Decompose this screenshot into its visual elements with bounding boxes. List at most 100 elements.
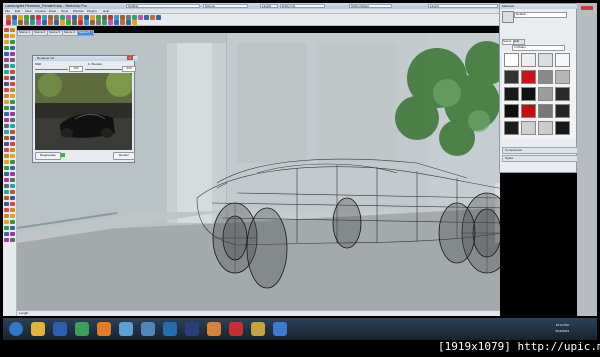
tool-palette-icon[interactable] (10, 232, 15, 236)
tool-palette-icon[interactable] (10, 76, 15, 80)
tool-palette-icon[interactable] (4, 208, 9, 212)
tool-palette-icon[interactable] (4, 76, 9, 80)
spp-slider[interactable] (35, 69, 68, 70)
tool-palette-icon[interactable] (4, 154, 9, 158)
sketchup-icon[interactable] (229, 322, 243, 336)
tool-palette-icon[interactable] (4, 58, 9, 62)
tool-palette-icon[interactable] (4, 46, 9, 50)
tool-palette-icon[interactable] (4, 190, 9, 194)
tool-palette-icon[interactable] (4, 88, 9, 92)
toolbar-tool-icon[interactable] (36, 20, 41, 25)
render-button[interactable]: Render (113, 152, 135, 160)
tool-palette-icon[interactable] (10, 214, 15, 218)
tool-palette-icon[interactable] (10, 64, 15, 68)
tool-palette-icon[interactable] (10, 226, 15, 230)
styles-section[interactable]: Styles (502, 155, 578, 162)
tool-palette-icon[interactable] (10, 100, 15, 104)
renderer-window[interactable]: Renderer V2 ✕ SSD 1 / Render 100 220 Reg… (32, 55, 138, 163)
tool-palette-icon[interactable] (4, 94, 9, 98)
tool-palette-icon[interactable] (4, 196, 9, 200)
media-player-icon[interactable] (53, 322, 67, 336)
tool-palette-icon[interactable] (4, 226, 9, 230)
tool-palette-icon[interactable] (10, 52, 15, 56)
tool-palette-icon[interactable] (4, 166, 9, 170)
lightroom-icon[interactable] (185, 322, 199, 336)
toolbar-tool-icon[interactable] (108, 20, 113, 25)
material-swatch[interactable] (521, 104, 536, 118)
tool-palette-icon[interactable] (4, 214, 9, 218)
tool-palette-icon[interactable] (4, 64, 9, 68)
tool-palette-icon[interactable] (10, 238, 15, 242)
tool-palette-icon[interactable] (10, 34, 15, 38)
soften-edges-field[interactable]: Soften Edges (349, 4, 392, 8)
layers-field[interactable]: Layers (428, 4, 498, 8)
tool-palette-icon[interactable] (10, 196, 15, 200)
tool-palette-icon[interactable] (10, 46, 15, 50)
start-orb-icon[interactable] (9, 322, 23, 336)
tool-palette-icon[interactable] (4, 178, 9, 182)
tool-palette-icon[interactable] (10, 148, 15, 152)
clock[interactable]: 10:10 PM 5/13/2013 (556, 322, 569, 334)
toolbar-tool-icon[interactable] (102, 20, 107, 25)
tool-palette-icon[interactable] (4, 136, 9, 140)
tool-palette-icon[interactable] (10, 94, 15, 98)
material-swatch[interactable] (538, 104, 553, 118)
tool-palette-icon[interactable] (10, 202, 15, 206)
material-swatch[interactable] (555, 70, 570, 84)
tool-palette-icon[interactable] (4, 124, 9, 128)
tool-palette-icon[interactable] (4, 40, 9, 44)
tool-palette-icon[interactable] (4, 172, 9, 176)
entity-info-field[interactable]: Entity Info (280, 4, 325, 8)
tool-palette-icon[interactable] (4, 82, 9, 86)
tool-palette-icon[interactable] (4, 112, 9, 116)
toolbar-tool-icon[interactable] (96, 20, 101, 25)
toolbar-tool-icon[interactable] (48, 20, 53, 25)
toolbar-tool-icon[interactable] (18, 20, 23, 25)
toolbar-tool-icon[interactable] (84, 20, 89, 25)
toolbar-tool-icon[interactable] (114, 20, 119, 25)
tool-palette-icon[interactable] (10, 172, 15, 176)
tool-palette-icon[interactable] (4, 106, 9, 110)
tool-palette-icon[interactable] (4, 70, 9, 74)
tool-palette-icon[interactable] (4, 130, 9, 134)
tool-palette-icon[interactable] (10, 178, 15, 182)
tool-palette-icon[interactable] (4, 118, 9, 122)
toolbar-tool-icon[interactable] (138, 15, 143, 20)
material-swatch[interactable] (538, 70, 553, 84)
toolbar-tool-icon[interactable] (144, 15, 149, 20)
toolbar-tool-icon[interactable] (30, 20, 35, 25)
tool-palette-icon[interactable] (4, 202, 9, 206)
regenerate-button[interactable]: Regenerate (35, 152, 61, 160)
material-swatch[interactable] (555, 53, 570, 67)
tool-palette-icon[interactable] (10, 112, 15, 116)
tool-palette-icon[interactable] (4, 238, 9, 242)
toolbar-tool-icon[interactable] (120, 20, 125, 25)
render-slider[interactable] (85, 69, 122, 70)
tool-palette-icon[interactable] (4, 100, 9, 104)
close-icon[interactable]: ✕ (127, 56, 133, 60)
tool-palette-icon[interactable] (10, 190, 15, 194)
tool-palette-icon[interactable] (10, 118, 15, 122)
components-section[interactable]: Components (502, 147, 578, 154)
tool-palette-icon[interactable] (4, 142, 9, 146)
folder-icon[interactable] (251, 322, 265, 336)
close-icon[interactable] (581, 6, 593, 10)
tool-palette-icon[interactable] (10, 136, 15, 140)
value-left-field[interactable]: 100 (69, 66, 83, 72)
material-swatch[interactable] (521, 53, 536, 67)
messenger-icon[interactable] (119, 322, 133, 336)
tool-palette-icon[interactable] (4, 160, 9, 164)
outliner-field[interactable]: Outliner (126, 4, 200, 8)
value-right-field[interactable]: 220 (122, 66, 136, 72)
toolbar-tool-icon[interactable] (6, 20, 11, 25)
material-swatch[interactable] (504, 70, 519, 84)
material-swatch[interactable] (538, 87, 553, 101)
tool-palette-icon[interactable] (10, 184, 15, 188)
material-swatch[interactable] (555, 104, 570, 118)
material-swatch[interactable] (504, 121, 519, 135)
toolbar-tool-icon[interactable] (12, 20, 17, 25)
material-swatch[interactable] (538, 121, 553, 135)
tool-palette-icon[interactable] (10, 208, 15, 212)
toolbar-tool-icon[interactable] (78, 20, 83, 25)
tool-palette-icon[interactable] (4, 220, 9, 224)
